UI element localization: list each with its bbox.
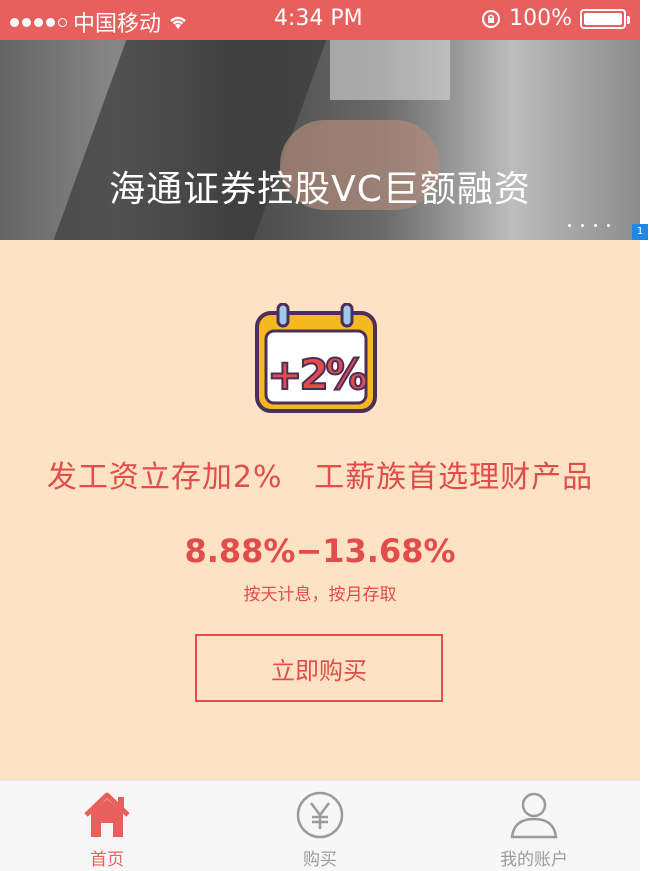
calendar-text: +2% <box>267 350 366 399</box>
user-icon <box>510 792 558 839</box>
pager-dot[interactable] <box>568 224 571 227</box>
carrier-name: 中国移动 <box>73 12 162 37</box>
wifi-icon <box>170 16 186 29</box>
battery-icon <box>580 8 630 29</box>
pager-dot[interactable] <box>607 224 610 227</box>
status-right: 100% <box>481 6 630 31</box>
tab-label-home: 首页 <box>90 850 124 870</box>
bottom-tab-bar: 首页 购买 我的账户 <box>0 780 640 871</box>
interest-rate: 8.88%−13.68% <box>184 532 456 570</box>
banner-title: 海通证券控股VC巨额融资 <box>109 169 531 210</box>
interest-note: 按天计息，按月存取 <box>243 585 397 605</box>
page-badge: 1 <box>632 224 648 240</box>
status-bar: 中国移动 4:34 PM 100% <box>0 0 640 40</box>
tab-label-account: 我的账户 <box>500 850 568 870</box>
signal-icon <box>10 17 67 27</box>
battery-percent: 100% <box>509 6 572 31</box>
status-time: 4:34 PM <box>274 6 363 31</box>
pager-dot[interactable] <box>594 224 597 227</box>
calendar-icon: +2% <box>255 303 377 413</box>
rotation-lock-icon <box>482 9 501 28</box>
tab-home[interactable]: 首页 <box>27 781 187 871</box>
buy-now-button[interactable]: 立即购买 <box>195 634 443 702</box>
tab-buy[interactable]: 购买 <box>240 781 400 871</box>
tab-label-buy: 购买 <box>303 850 337 870</box>
carousel-pager[interactable] <box>568 224 610 227</box>
home-icon <box>84 792 130 837</box>
banner-carousel[interactable]: 海通证券控股VC巨额融资 <box>0 40 640 240</box>
pager-dot[interactable] <box>581 224 584 227</box>
yen-icon <box>296 791 344 839</box>
carrier-info: 中国移动 <box>10 6 189 38</box>
promo-headline: 发工资立存加2% 工薪族首选理财产品 <box>46 460 594 495</box>
tab-my-account[interactable]: 我的账户 <box>454 781 614 871</box>
